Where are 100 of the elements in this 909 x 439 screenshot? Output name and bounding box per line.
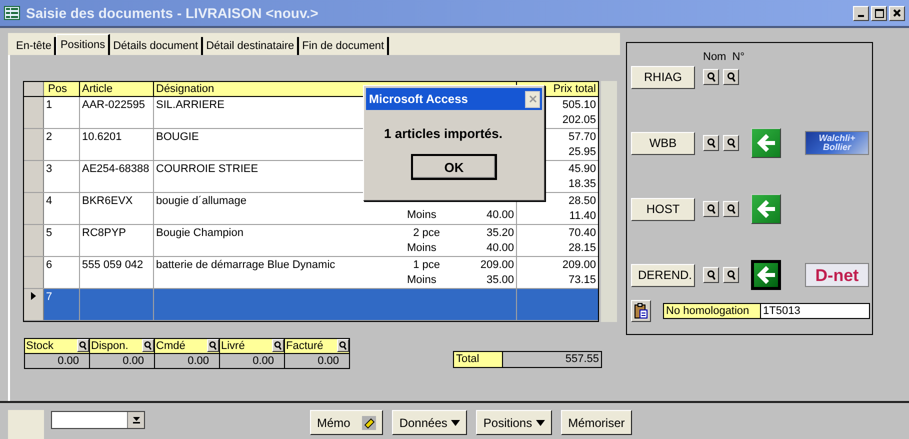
column-header: Article xyxy=(80,82,154,96)
table-cell: 2 pce xyxy=(413,227,440,239)
search-icon xyxy=(726,204,736,214)
table-cell: BOUGIE xyxy=(156,131,199,143)
status-panel xyxy=(8,410,44,439)
table-cell: 505.10 xyxy=(562,99,596,111)
menu-button[interactable]: Données xyxy=(392,410,468,435)
value-field: 0.00 xyxy=(155,354,219,368)
field-label: Dispon. xyxy=(90,339,130,353)
button[interactable]: Mémoriser xyxy=(561,410,632,435)
table-cell: COURROIE STRIEE xyxy=(156,163,258,175)
table-cell: 28.50 xyxy=(568,195,596,207)
dropdown-field[interactable] xyxy=(51,411,145,429)
note-icon xyxy=(362,416,376,430)
table-cell: 70.40 xyxy=(568,227,596,239)
table-cell: 4 xyxy=(46,195,52,207)
supplier-logo[interactable]: Walchli+ Bollier xyxy=(805,131,869,155)
row-selector[interactable] xyxy=(24,289,44,320)
table-cell: 202.05 xyxy=(562,114,596,126)
search-button[interactable] xyxy=(703,135,719,151)
field-label: Livré xyxy=(220,339,246,353)
window-title: Saisie des documents - LIVRAISON <nouv.> xyxy=(26,5,320,21)
table-cell: 10.6201 xyxy=(82,131,122,143)
search-icon xyxy=(726,72,736,82)
caret-icon xyxy=(451,420,460,426)
dialog-title: Microsoft Access xyxy=(369,92,468,106)
close-icon xyxy=(893,9,901,17)
table-cell: 40.00 xyxy=(486,242,514,254)
supplier-button[interactable]: HOST xyxy=(631,198,695,220)
left-arrow-icon xyxy=(755,198,777,220)
table-cell: Bougie Champion xyxy=(156,227,244,239)
row-pointer-icon xyxy=(31,292,36,300)
search-button[interactable] xyxy=(337,339,349,352)
dialog-message: 1 articles importés. xyxy=(383,125,504,141)
clipboard-icon xyxy=(634,303,648,319)
table-cell: 28.15 xyxy=(568,242,596,254)
maximize-button[interactable] xyxy=(871,6,887,20)
table-cell: 35.20 xyxy=(486,227,514,239)
form-icon xyxy=(4,6,20,20)
search-button[interactable] xyxy=(77,339,89,352)
search-button[interactable] xyxy=(723,201,739,217)
dropdown-icon xyxy=(132,416,140,424)
search-icon xyxy=(706,270,716,280)
table-cell: 40.00 xyxy=(486,209,514,221)
search-icon xyxy=(706,138,716,148)
table-cell: 57.70 xyxy=(568,131,596,143)
supplier-button[interactable]: DEREND. xyxy=(631,264,695,286)
table-cell: 1 xyxy=(46,99,52,111)
column-header: Pos xyxy=(44,82,80,96)
supplier-button[interactable]: WBB xyxy=(631,132,695,154)
table-cell: AE254-68388 xyxy=(82,163,150,175)
supplier-button[interactable]: RHIAG xyxy=(631,66,695,88)
table-cell: Moins xyxy=(407,209,436,221)
table-cell: Moins xyxy=(407,274,436,286)
table-cell: 3 xyxy=(46,163,52,175)
column-label: N° xyxy=(732,51,745,63)
supplier-logo[interactable]: D-net xyxy=(805,263,869,287)
table-cell: 45.90 xyxy=(568,163,596,175)
tab[interactable]: Positions xyxy=(56,34,110,55)
search-button[interactable] xyxy=(703,267,719,283)
column-header: Prix total xyxy=(552,82,597,96)
ok-button[interactable]: OK xyxy=(411,154,497,180)
button[interactable]: Mémo xyxy=(310,410,384,435)
search-button[interactable] xyxy=(272,339,284,352)
table-cell: SIL.ARRIERE xyxy=(156,99,224,111)
search-button[interactable] xyxy=(703,69,719,85)
table-cell: 18.35 xyxy=(568,178,596,190)
table-cell: 209.00 xyxy=(480,259,514,271)
search-icon xyxy=(726,138,736,148)
scrollbar-track[interactable] xyxy=(601,81,617,322)
maximize-icon xyxy=(874,8,884,18)
search-icon xyxy=(79,341,87,350)
search-button[interactable] xyxy=(723,69,739,85)
field-label: Cmdé xyxy=(155,339,186,353)
table-cell: 7 xyxy=(46,291,52,303)
field-label: Facturé xyxy=(285,339,324,353)
homologation-field[interactable]: 1T5013 xyxy=(760,303,870,319)
search-button[interactable] xyxy=(207,339,219,352)
table-cell: BKR6EVX xyxy=(82,195,133,207)
search-button[interactable] xyxy=(142,339,154,352)
clipboard-button[interactable] xyxy=(631,300,651,322)
corner-cell[interactable] xyxy=(24,82,44,96)
menu-button[interactable]: Positions xyxy=(476,410,552,435)
value-field: 0.00 xyxy=(90,354,154,368)
import-button[interactable] xyxy=(751,260,781,290)
table-cell: 2 xyxy=(46,131,52,143)
value-field: 0.00 xyxy=(285,354,349,368)
caret-icon xyxy=(536,420,546,426)
table-cell: 35.00 xyxy=(486,274,514,286)
search-button[interactable] xyxy=(703,201,719,217)
search-icon xyxy=(706,204,716,214)
search-button[interactable] xyxy=(723,135,739,151)
minimize-button[interactable] xyxy=(853,6,869,20)
table-cell: 1 pce xyxy=(413,259,440,271)
table-cell: 73.15 xyxy=(568,274,596,286)
value-field: 0.00 xyxy=(25,354,89,368)
left-arrow-icon xyxy=(755,132,777,154)
search-button[interactable] xyxy=(723,267,739,283)
table-cell: 5 xyxy=(46,227,52,239)
table-cell: 209.00 xyxy=(562,259,596,271)
